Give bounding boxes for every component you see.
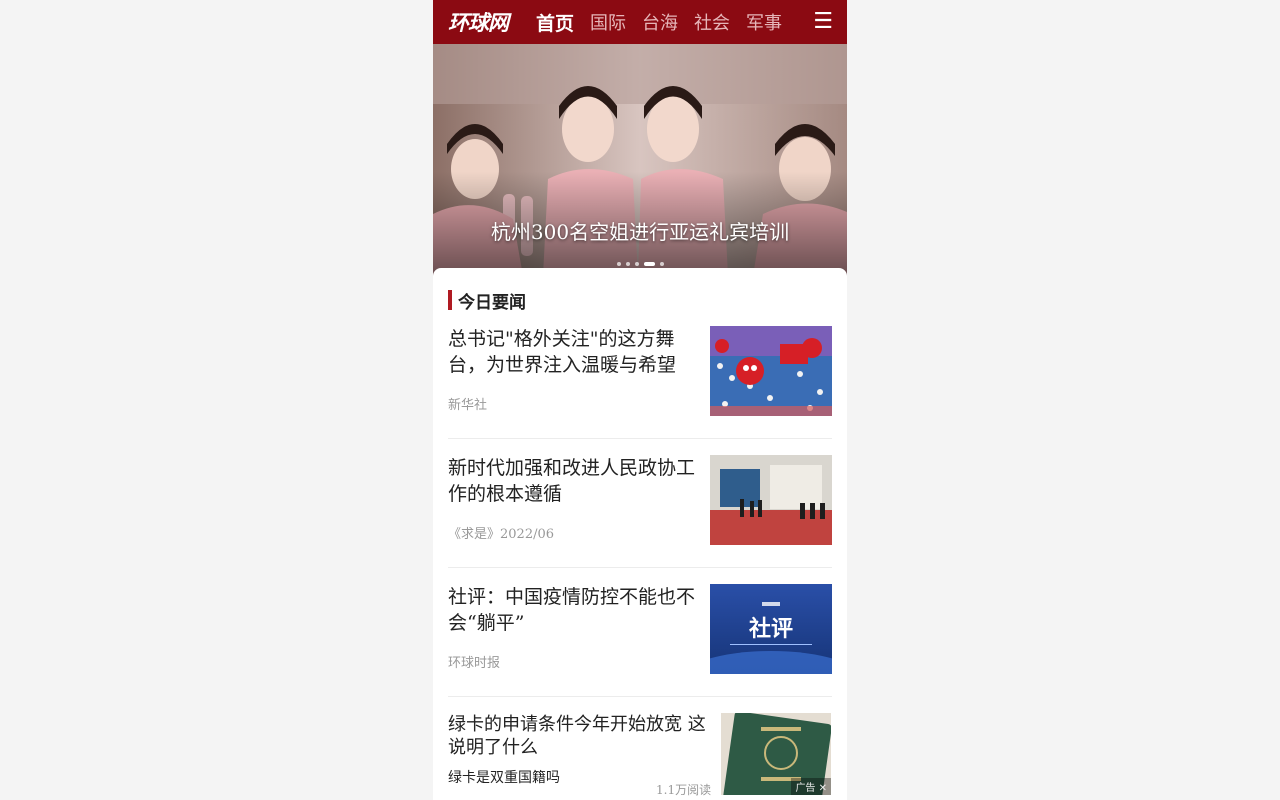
news-item[interactable]: 总书记"格外关注"的这方舞台，为世界注入温暖与希望 新华社 (448, 310, 832, 439)
thumbnail-label: 社评 (749, 616, 793, 642)
nav-tab-taiwan[interactable]: 台海 (642, 9, 678, 35)
site-logo[interactable]: 环球网 (448, 7, 536, 37)
mobile-page: 环球网 首页 国际 台海 社会 军事 ☰ 杭州300名空姐进行亚运礼宾培训 今日… (433, 0, 847, 800)
news-title[interactable]: 新时代加强和改进人民政协工作的根本遵循 (448, 455, 698, 507)
ad-subtitle[interactable]: 绿卡是双重国籍吗 (448, 767, 560, 787)
carousel-caption[interactable]: 杭州300名空姐进行亚运礼宾培训 (433, 216, 847, 245)
headline-carousel[interactable]: 杭州300名空姐进行亚运礼宾培训 (433, 44, 847, 276)
news-item[interactable]: 社评：中国疫情防控不能也不会“躺平” 环球时报 社评 (448, 568, 832, 697)
news-title[interactable]: 社评：中国疫情防控不能也不会“躺平” (448, 584, 698, 636)
news-item[interactable]: 新时代加强和改进人民政协工作的根本遵循 《求是》2022/06 (448, 439, 832, 568)
news-source: 新华社 (448, 398, 488, 413)
ad-read-count: 1.1万阅读 (656, 783, 712, 797)
news-thumbnail[interactable] (710, 455, 832, 545)
sponsored-item[interactable]: 绿卡的申请条件今年开始放宽 这说明了什么 绿卡是双重国籍吗 1.1万阅读 广告 … (448, 697, 832, 797)
nav-tab-home[interactable]: 首页 (536, 9, 574, 36)
section-accent-bar (448, 290, 452, 310)
carousel-dot[interactable] (659, 262, 664, 266)
ad-label[interactable]: 广告 ✕ (791, 778, 831, 795)
hamburger-menu-icon[interactable]: ☰ (813, 10, 833, 34)
nav-tab-society[interactable]: 社会 (694, 9, 730, 35)
section-title: 今日要闻 (458, 292, 526, 313)
news-thumbnail[interactable]: 社评 (710, 584, 832, 674)
news-title[interactable]: 总书记"格外关注"的这方舞台，为世界注入温暖与希望 (448, 326, 698, 378)
news-source: 环球时报 (448, 656, 501, 671)
carousel-dot[interactable] (616, 262, 621, 266)
top-navbar: 环球网 首页 国际 台海 社会 军事 ☰ (433, 0, 847, 44)
carousel-dot[interactable] (625, 262, 630, 266)
nav-tab-military[interactable]: 军事 (746, 9, 782, 35)
section-header: 今日要闻 (448, 290, 832, 313)
nav-tab-world[interactable]: 国际 (590, 9, 626, 35)
carousel-dot-active[interactable] (643, 262, 655, 266)
top-news-section: 今日要闻 总书记"格外关注"的这方舞台，为世界注入温暖与希望 新华社 新时代加强… (433, 268, 847, 800)
carousel-dot[interactable] (634, 262, 639, 266)
ad-thumbnail[interactable]: 广告 ✕ (721, 713, 831, 795)
channel-nav: 首页 国际 台海 社会 军事 (536, 9, 798, 36)
news-source: 《求是》2022/06 (448, 527, 555, 542)
ad-title[interactable]: 绿卡的申请条件今年开始放宽 这说明了什么 (448, 713, 710, 759)
carousel-indicators (433, 262, 847, 266)
news-thumbnail[interactable] (710, 326, 832, 416)
